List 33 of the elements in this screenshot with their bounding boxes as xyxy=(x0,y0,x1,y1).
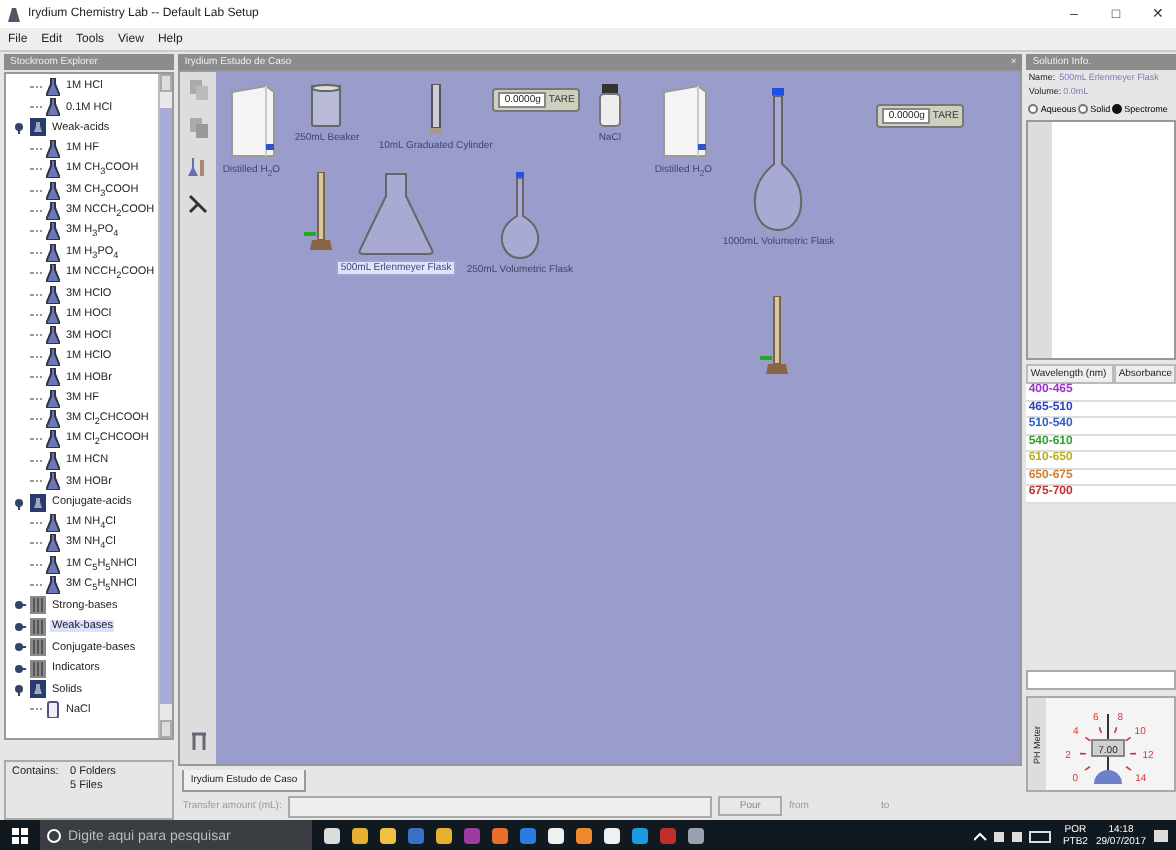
bottle-drawing[interactable] xyxy=(597,84,622,128)
folder-icon xyxy=(30,118,46,137)
transfer-field[interactable] xyxy=(287,795,712,817)
lab-equipment-icon[interactable] xyxy=(188,156,209,176)
expanded-toggle-icon[interactable] xyxy=(12,120,26,135)
carboy-drawing[interactable] xyxy=(225,84,278,160)
graduated-cylinder-drawing[interactable] xyxy=(427,84,444,136)
tray-icons[interactable] xyxy=(974,829,1055,843)
burette-stand-drawing[interactable] xyxy=(304,172,337,252)
beaker-drawing[interactable] xyxy=(310,84,343,128)
expanded-toggle-icon[interactable] xyxy=(12,495,26,509)
collapsed-toggle-icon[interactable] xyxy=(12,661,26,676)
volumetric-flask-drawing[interactable] xyxy=(497,172,542,260)
absorbance-cell xyxy=(1114,384,1176,401)
erlenmeyer-flask-drawing[interactable] xyxy=(358,172,434,256)
absorbance-cell xyxy=(1114,452,1176,469)
expanded-toggle-icon[interactable] xyxy=(12,682,26,697)
collapsed-toggle-icon[interactable] xyxy=(12,619,26,634)
windows-start-icon[interactable] xyxy=(12,828,28,844)
folder-icon xyxy=(30,493,46,511)
carboy-drawing[interactable] xyxy=(657,84,710,160)
tool-icon[interactable] xyxy=(188,194,209,214)
collapsed-toggle-icon[interactable] xyxy=(12,640,26,655)
collapsed-toggle-icon[interactable] xyxy=(12,598,26,613)
burette-stand-drawing[interactable] xyxy=(760,296,793,376)
gauge-needle-drawing xyxy=(1091,713,1126,784)
app-logo-icon xyxy=(6,6,22,22)
jar-icon xyxy=(46,700,60,719)
scrollbar[interactable] xyxy=(158,74,173,738)
tongs-icon[interactable] xyxy=(189,732,208,752)
notification-icon[interactable] xyxy=(1154,829,1168,843)
absorbance-cell xyxy=(1114,418,1176,435)
input-field[interactable] xyxy=(1026,670,1176,690)
